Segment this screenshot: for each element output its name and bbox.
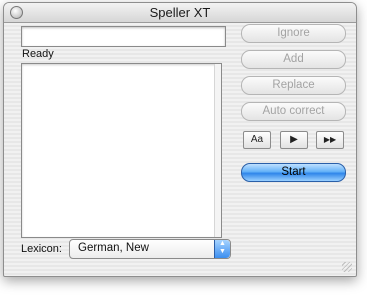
dropdown-arrows-icon: ▲ ▼: [214, 240, 230, 258]
suggestions-list[interactable]: [21, 63, 222, 238]
suggestions-scrollbar[interactable]: [214, 64, 221, 237]
play-icon[interactable]: ▶: [280, 131, 308, 149]
title-bar[interactable]: Speller XT: [4, 3, 356, 23]
window-title: Speller XT: [149, 5, 211, 20]
resize-grip-icon[interactable]: [342, 262, 352, 272]
replace-button[interactable]: Replace: [241, 76, 346, 95]
add-button[interactable]: Add: [241, 50, 346, 69]
speller-window: Speller XT Ready Ignore Add Replace Auto…: [3, 2, 357, 277]
lexicon-selected-value: German, New: [78, 242, 149, 254]
start-button[interactable]: Start: [241, 163, 346, 182]
lexicon-label: Lexicon:: [21, 243, 62, 255]
fast-forward-icon[interactable]: ▶▶: [316, 131, 344, 149]
case-button[interactable]: Aa: [243, 131, 271, 149]
status-text: Ready: [22, 48, 54, 60]
word-input[interactable]: [21, 26, 226, 47]
lexicon-select[interactable]: German, New ▲ ▼: [69, 239, 231, 259]
ignore-button[interactable]: Ignore: [241, 24, 346, 43]
auto-correct-button[interactable]: Auto correct: [241, 102, 346, 121]
